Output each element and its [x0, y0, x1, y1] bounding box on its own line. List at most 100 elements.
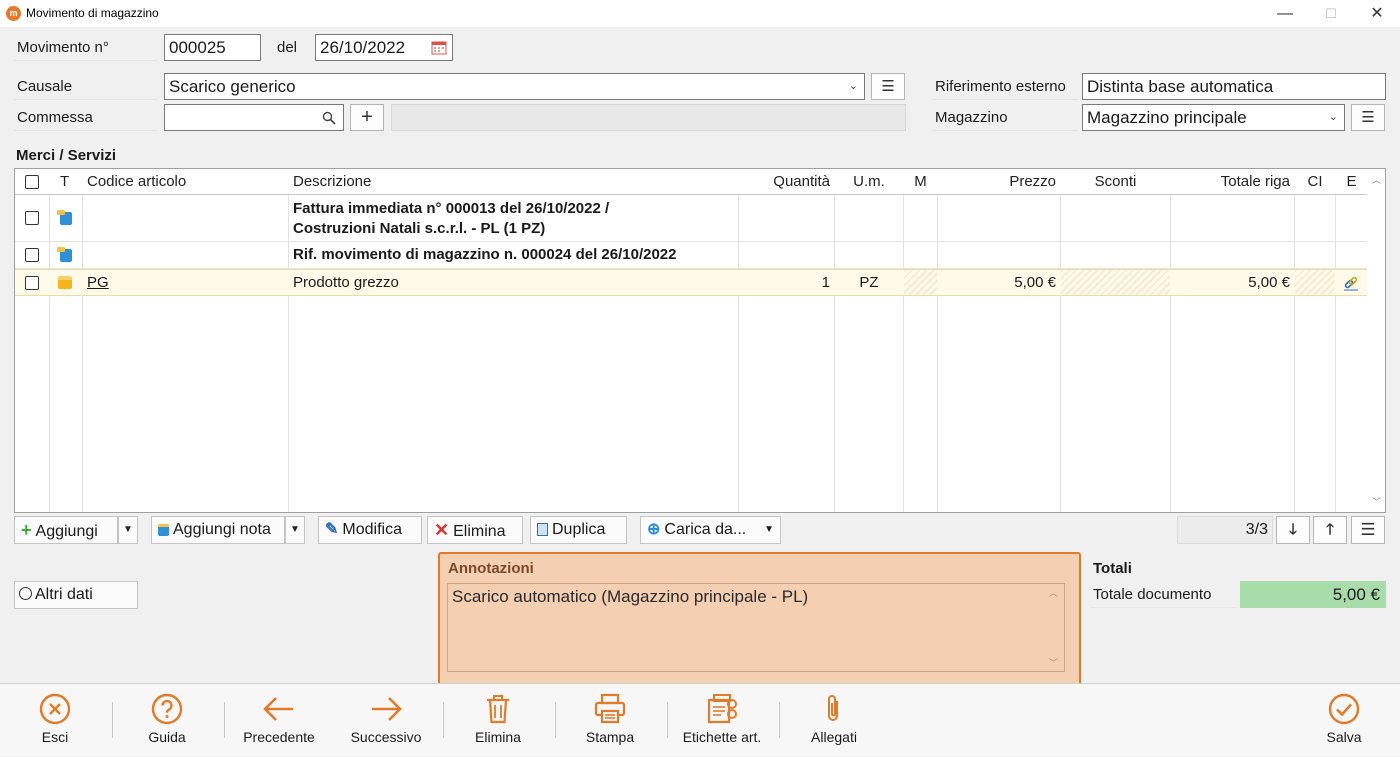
aggiungi-button[interactable]: + Aggiungi [14, 516, 118, 544]
aggiungi-label: Aggiungi [35, 523, 98, 540]
annotazioni-panel: Annotazioni Scarico automatico (Magazzin… [438, 552, 1081, 690]
table-row[interactable]: Rif. movimento di magazzino n. 000024 de… [15, 242, 1367, 269]
magazzino-list-button[interactable]: ☰ [1351, 104, 1385, 131]
scroll-up-icon[interactable]: ︿ [1372, 173, 1381, 186]
row-codice-link[interactable]: PG [83, 274, 113, 291]
altri-dati-button[interactable]: Altri dati [14, 581, 138, 609]
commessa-label: Commessa [14, 104, 157, 131]
header-type[interactable]: T [56, 169, 73, 195]
close-window-button[interactable]: ✕ [1354, 0, 1400, 27]
precedente-label: Precedente [243, 729, 315, 745]
header-codice[interactable]: Codice articolo [83, 169, 190, 195]
scroll-down-icon[interactable]: ﹀ [1372, 495, 1381, 508]
annotazioni-text: Scarico automatico (Magazzino principale… [452, 587, 809, 606]
arrow-down-icon: 🡓 [1289, 521, 1297, 538]
grid-scrollbar[interactable]: ︿ ﹀ [1367, 169, 1385, 512]
dropdown-arrow-icon: ▼ [123, 524, 133, 535]
elimina-row-button[interactable]: ✕ Elimina [427, 516, 523, 544]
row-prezzo: 5,00 € [1014, 274, 1056, 291]
search-icon[interactable] [322, 111, 336, 125]
header-e[interactable]: E [1336, 169, 1367, 195]
header-prezzo[interactable]: Prezzo [938, 169, 1060, 195]
aggiungi-nota-label: Aggiungi nota [173, 521, 271, 538]
duplica-button[interactable]: Duplica [530, 516, 627, 544]
etichette-button[interactable]: Etichette art. [672, 684, 772, 757]
move-up-button[interactable]: 🡑 [1313, 516, 1347, 544]
row-checkbox[interactable] [25, 276, 39, 290]
add-commessa-button[interactable]: + [350, 104, 384, 131]
date-input[interactable]: 26/10/2022 [315, 34, 453, 61]
precedente-button[interactable]: Precedente [234, 684, 324, 757]
header-descrizione[interactable]: Descrizione [289, 169, 375, 195]
note-icon [57, 247, 72, 262]
header-ci[interactable]: CI [1295, 169, 1335, 195]
modifica-button[interactable]: ✎ Modifica [318, 516, 422, 544]
carica-da-button[interactable]: ⊕ Carica da... ▼ [640, 516, 781, 544]
allegati-button[interactable]: Allegati [789, 684, 879, 757]
chevron-down-icon: ⌄ [848, 80, 858, 92]
product-box-icon [58, 276, 72, 289]
window-title: Movimento di magazzino [26, 6, 159, 20]
scroll-down-icon[interactable]: ﹀ [1049, 656, 1058, 669]
guida-button[interactable]: Guida [122, 684, 212, 757]
elimina-button[interactable]: Elimina [453, 684, 543, 757]
dropdown-arrow-icon: ▼ [764, 524, 774, 535]
maximize-button[interactable]: ☐ [1308, 0, 1354, 27]
totali-title: Totali [1093, 560, 1132, 577]
calendar-icon[interactable] [431, 40, 447, 55]
elimina-label: Elimina [475, 729, 521, 745]
causale-label: Causale [14, 73, 157, 100]
header-quantita[interactable]: Quantità [739, 169, 834, 195]
table-row[interactable]: Fattura immediata n° 000013 del 26/10/20… [15, 196, 1367, 242]
note-icon [57, 210, 72, 225]
riferimento-input[interactable]: Distinta base automatica [1082, 73, 1386, 100]
select-all-checkbox[interactable] [25, 175, 39, 189]
grid-menu-button[interactable]: ☰ [1351, 516, 1385, 544]
row-checkbox[interactable] [25, 211, 39, 225]
row-checkbox[interactable] [25, 248, 39, 262]
aggiungi-nota-dropdown[interactable]: ▼ [285, 516, 305, 544]
aggiungi-nota-button[interactable]: Aggiungi nota [151, 516, 285, 544]
modifica-label: Modifica [342, 521, 402, 538]
hatched-cell [1295, 270, 1335, 295]
move-down-button[interactable]: 🡓 [1276, 516, 1310, 544]
successivo-button[interactable]: Successivo [341, 684, 431, 757]
commessa-input[interactable] [164, 104, 344, 131]
separator [224, 702, 225, 738]
edit-icon: ✎ [325, 521, 339, 538]
table-row[interactable]: PG Prodotto grezzo 1 PZ 5,00 € 5,00 € [15, 269, 1367, 296]
aggiungi-dropdown[interactable]: ▼ [118, 516, 138, 544]
pager-indicator: 3/3 [1177, 516, 1273, 544]
movimento-number-input[interactable]: 000025 [164, 34, 261, 61]
delete-x-icon: ✕ [434, 520, 450, 540]
esci-button[interactable]: Esci [10, 684, 100, 757]
riferimento-label: Riferimento esterno [932, 73, 1078, 100]
separator [779, 702, 780, 738]
header-totale[interactable]: Totale riga [1171, 169, 1294, 195]
arrow-up-icon: 🡑 [1326, 521, 1334, 538]
causale-select[interactable]: Scarico generico ⌄ [164, 73, 865, 100]
separator [112, 702, 113, 738]
salva-label: Salva [1326, 729, 1362, 745]
causale-list-button[interactable]: ☰ [871, 73, 905, 100]
stampa-button[interactable]: Stampa [565, 684, 655, 757]
link-icon[interactable] [1343, 275, 1359, 291]
totale-documento-label: Totale documento [1090, 581, 1236, 608]
row-description-line2: Costruzioni Natali s.c.r.l. - PL (1 PZ) [293, 220, 546, 237]
header-um[interactable]: U.m. [835, 169, 903, 195]
merci-grid: T Codice articolo Descrizione Quantità U… [14, 168, 1386, 513]
check-circle-icon [1328, 693, 1360, 725]
header-sconti[interactable]: Sconti [1061, 169, 1170, 195]
header-m[interactable]: M [904, 169, 937, 195]
magazzino-select[interactable]: Magazzino principale ⌄ [1082, 104, 1345, 131]
scroll-up-icon[interactable]: ︿ [1049, 586, 1058, 599]
del-label: del [277, 39, 298, 56]
list-icon: ☰ [881, 78, 895, 95]
esci-label: Esci [41, 729, 69, 745]
salva-button[interactable]: Salva [1299, 684, 1389, 757]
annotazioni-textarea[interactable]: Scarico automatico (Magazzino principale… [447, 583, 1065, 672]
elimina-label: Elimina [453, 523, 506, 540]
row-totale: 5,00 € [1248, 274, 1290, 291]
minimize-button[interactable]: — [1262, 0, 1308, 27]
grid-header: T Codice articolo Descrizione Quantità U… [15, 169, 1367, 195]
